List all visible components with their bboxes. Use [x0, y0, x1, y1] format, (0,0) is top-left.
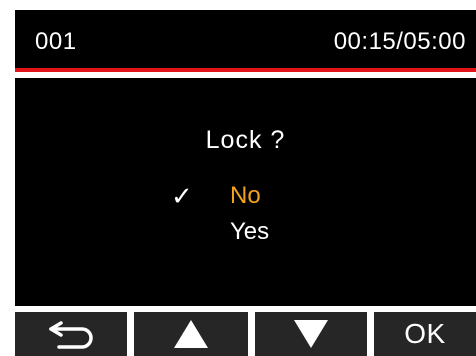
dialog-title: Lock ? [205, 126, 286, 154]
back-button[interactable] [15, 312, 127, 356]
down-button[interactable] [255, 312, 367, 356]
lock-dialog: Lock ? ✓ No Yes [15, 78, 476, 306]
time-counter: 00:15/05:00 [333, 28, 466, 55]
ok-button[interactable]: OK [374, 312, 476, 356]
option-yes[interactable]: Yes [230, 218, 269, 246]
down-triangle-icon [294, 320, 328, 348]
up-triangle-icon [174, 320, 208, 348]
status-header: 001 00:15/05:00 [15, 10, 476, 68]
file-number: 001 [35, 28, 77, 55]
up-button[interactable] [134, 312, 248, 356]
checkmark-icon: ✓ [171, 181, 193, 211]
softkey-bar: OK [15, 312, 476, 356]
option-no[interactable]: No [230, 182, 261, 210]
return-arrow-icon [49, 321, 93, 349]
ok-label: OK [404, 318, 446, 349]
camera-screen: 001 00:15/05:00 Lock ? ✓ No Yes OK [15, 10, 476, 356]
